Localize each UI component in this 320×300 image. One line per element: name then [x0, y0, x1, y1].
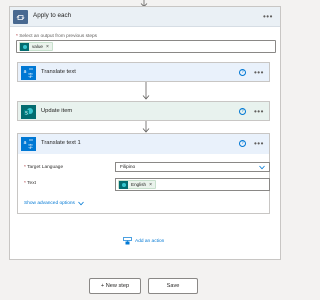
show-advanced-options-link[interactable]: Show advanced options	[24, 201, 84, 206]
more-options-icon[interactable]: •••	[263, 13, 273, 21]
add-an-action-button[interactable]: Add an action	[123, 237, 164, 246]
translate-text-1-title: Translate text 1	[41, 140, 81, 146]
target-language-value: Filipino	[120, 165, 136, 170]
target-language-dropdown[interactable]: Filipino	[115, 162, 270, 172]
help-icon[interactable]: ?	[239, 140, 246, 147]
apply-to-each-container: Apply to each ••• * Select an output fro…	[9, 6, 281, 260]
help-icon[interactable]: ?	[239, 69, 246, 76]
loop-icon	[13, 10, 28, 24]
remove-token-icon[interactable]: ×	[149, 182, 152, 188]
add-action-icon	[123, 237, 132, 245]
translate-text-card[interactable]: a 字 Translate text ? •••	[17, 62, 270, 82]
save-button[interactable]: Save	[148, 278, 198, 294]
apply-to-each-header[interactable]: Apply to each •••	[10, 7, 280, 27]
chevron-down-icon	[78, 201, 84, 206]
svg-text:S: S	[25, 110, 28, 116]
token-label: value	[32, 44, 43, 49]
translate-text-1-header[interactable]: a 字 Translate text 1 ? •••	[18, 134, 269, 154]
svg-text:字: 字	[28, 144, 33, 150]
translate-text-title: Translate text	[41, 69, 76, 75]
text-input[interactable]: English ×	[115, 178, 270, 191]
english-token[interactable]: English ×	[118, 180, 156, 189]
target-language-label: * Target Language	[24, 165, 64, 170]
select-output-label: * Select an output from previous steps	[16, 34, 98, 39]
text-label: * Text	[24, 181, 36, 186]
more-options-icon[interactable]: •••	[254, 108, 264, 116]
connector-arrow-icon	[142, 82, 150, 100]
translator-icon: a 字	[21, 137, 36, 151]
more-options-icon[interactable]: •••	[254, 69, 264, 77]
select-output-input[interactable]: value ×	[16, 40, 276, 53]
token-label: English	[131, 182, 147, 187]
translate-text-1-card: a 字 Translate text 1 ? ••• * Target Lang…	[17, 133, 270, 214]
svg-text:a: a	[24, 69, 27, 75]
sharepoint-icon	[20, 42, 29, 51]
apply-to-each-title: Apply to each	[33, 12, 72, 19]
help-icon[interactable]: ?	[239, 108, 246, 115]
translator-icon: a 字	[21, 66, 36, 80]
remove-token-icon[interactable]: ×	[46, 44, 49, 50]
value-token[interactable]: value ×	[19, 42, 53, 51]
svg-text:a: a	[24, 140, 27, 146]
update-item-title: Update item	[41, 108, 73, 114]
chevron-down-icon	[259, 165, 265, 170]
more-options-icon[interactable]: •••	[254, 140, 264, 148]
sharepoint-icon: S	[21, 105, 36, 119]
svg-text:字: 字	[28, 73, 33, 79]
new-step-button[interactable]: + New step	[89, 278, 141, 294]
update-item-card[interactable]: S Update item ? •••	[17, 101, 270, 121]
sharepoint-icon	[119, 180, 128, 189]
